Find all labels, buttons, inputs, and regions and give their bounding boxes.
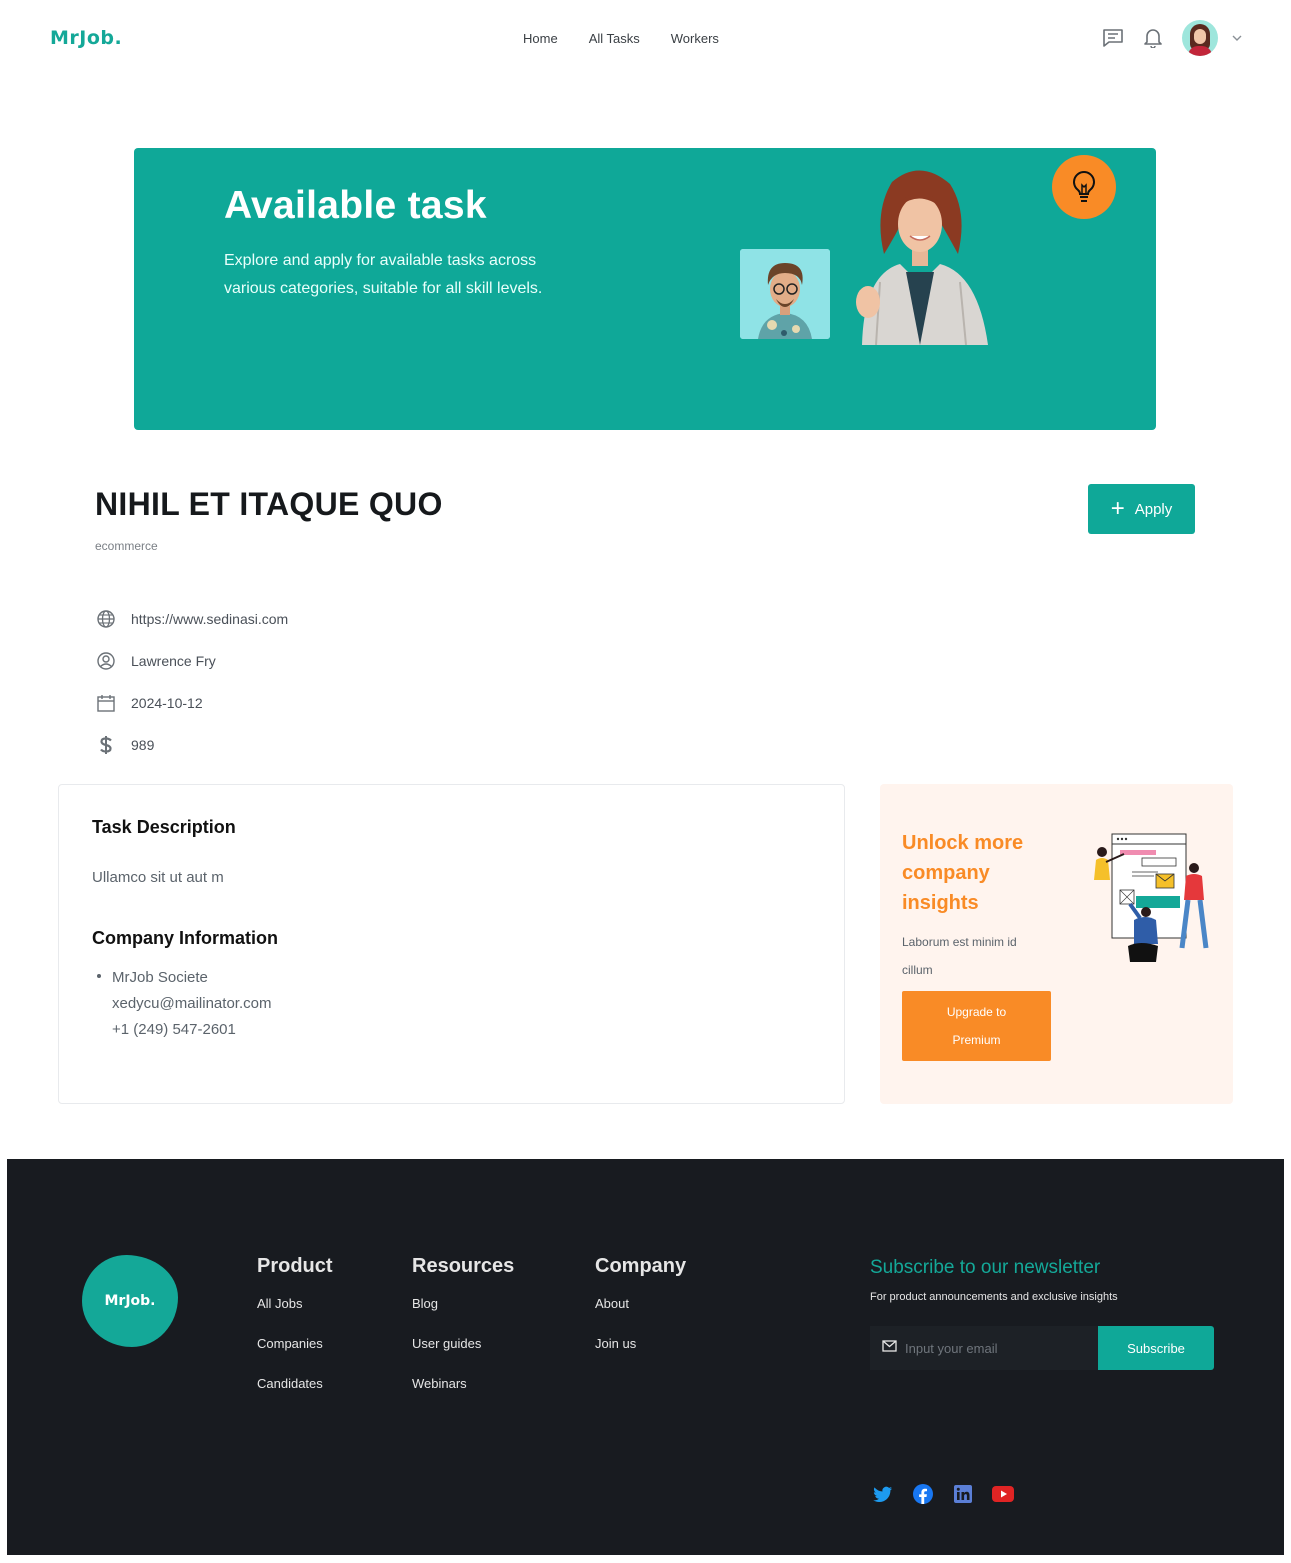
task-category: ecommerce bbox=[95, 539, 158, 553]
newsletter-form: Input your email Subscribe bbox=[870, 1326, 1214, 1370]
hero-banner: Available task Explore and apply for ava… bbox=[134, 148, 1156, 430]
worker-photo-man bbox=[740, 249, 830, 339]
nav-all-tasks[interactable]: All Tasks bbox=[589, 31, 640, 46]
page: MrJob. Home All Tasks Workers Available … bbox=[7, 0, 1284, 1555]
facebook-icon[interactable] bbox=[912, 1483, 934, 1505]
footer: MrJob. Product All Jobs Companies Candid… bbox=[7, 1159, 1284, 1555]
premium-promo-card: Unlock more company insights Laborum est… bbox=[880, 784, 1233, 1104]
footer-link-companies[interactable]: Companies bbox=[257, 1336, 333, 1376]
mail-icon bbox=[882, 1339, 897, 1357]
meta-date-row: 2024-10-12 bbox=[95, 682, 288, 724]
meta-website[interactable]: https://www.sedinasi.com bbox=[131, 611, 288, 627]
task-description-card: Task Description Ullamco sit ut aut m Co… bbox=[58, 784, 845, 1104]
apply-button[interactable]: + Apply bbox=[1088, 484, 1195, 534]
upgrade-button[interactable]: Upgrade to Premium bbox=[902, 991, 1051, 1061]
main-nav: Home All Tasks Workers bbox=[523, 31, 750, 46]
footer-link-about[interactable]: About bbox=[595, 1296, 686, 1336]
logo[interactable]: MrJob. bbox=[50, 27, 122, 49]
footer-resources-column: Resources Blog User guides Webinars bbox=[412, 1255, 514, 1416]
task-title: NIHIL ET ITAQUE QUO bbox=[95, 486, 443, 522]
meta-website-row: https://www.sedinasi.com bbox=[95, 598, 288, 640]
hero-subtitle: Explore and apply for available tasks ac… bbox=[224, 252, 543, 297]
apply-label: Apply bbox=[1134, 500, 1173, 518]
task-meta: https://www.sedinasi.com Lawrence Fry 20… bbox=[95, 598, 288, 766]
dollar-icon bbox=[95, 734, 117, 756]
calendar-icon bbox=[95, 692, 117, 714]
footer-link-user-guides[interactable]: User guides bbox=[412, 1336, 514, 1376]
email-field[interactable]: Input your email bbox=[870, 1326, 1098, 1370]
chevron-down-icon[interactable] bbox=[1226, 27, 1248, 49]
footer-link-join-us[interactable]: Join us bbox=[595, 1336, 686, 1376]
company-email[interactable]: xedycu@mailinator.com bbox=[97, 991, 271, 1017]
team-illustration bbox=[1088, 830, 1216, 966]
plus-icon: + bbox=[1110, 495, 1125, 522]
footer-link-candidates[interactable]: Candidates bbox=[257, 1376, 333, 1416]
footer-company-column: Company About Join us bbox=[595, 1255, 686, 1376]
company-phone: +1 (249) 547-2601 bbox=[112, 1021, 236, 1038]
meta-budget: 989 bbox=[131, 737, 155, 753]
avatar[interactable] bbox=[1182, 20, 1218, 56]
footer-link-webinars[interactable]: Webinars bbox=[412, 1376, 514, 1416]
nav-home[interactable]: Home bbox=[523, 31, 558, 46]
meta-person: Lawrence Fry bbox=[131, 653, 216, 669]
user-circle-icon bbox=[95, 650, 117, 672]
task-description-heading: Task Description bbox=[92, 817, 236, 837]
twitter-icon[interactable] bbox=[872, 1483, 894, 1505]
hero-title: Available task bbox=[224, 184, 487, 227]
company-info-heading: Company Information bbox=[92, 928, 279, 948]
footer-logo[interactable]: MrJob. bbox=[82, 1255, 178, 1347]
footer-company-heading: Company bbox=[595, 1255, 687, 1277]
subscribe-button[interactable]: Subscribe bbox=[1098, 1326, 1214, 1370]
company-info-list: MrJob Societe xedycu@mailinator.com +1 (… bbox=[97, 965, 271, 1043]
meta-budget-row: 989 bbox=[95, 724, 288, 766]
task-description-text: Ullamco sit ut aut m bbox=[92, 869, 224, 886]
header-actions bbox=[1084, 20, 1248, 56]
globe-icon bbox=[95, 608, 117, 630]
footer-product-column: Product All Jobs Companies Candidates bbox=[257, 1255, 333, 1416]
footer-link-blog[interactable]: Blog bbox=[412, 1296, 514, 1336]
nav-workers[interactable]: Workers bbox=[671, 31, 719, 46]
promo-title: Unlock more company insights bbox=[902, 832, 1024, 914]
footer-resources-heading: Resources bbox=[412, 1255, 515, 1277]
newsletter-title: Subscribe to our newsletter bbox=[870, 1257, 1101, 1278]
linkedin-icon[interactable] bbox=[952, 1483, 974, 1505]
company-name: MrJob Societe bbox=[112, 969, 208, 986]
meta-date: 2024-10-12 bbox=[131, 695, 203, 711]
lightbulb-icon bbox=[1052, 155, 1116, 219]
bullet bbox=[97, 974, 101, 979]
email-placeholder: Input your email bbox=[905, 1340, 998, 1356]
youtube-icon[interactable] bbox=[992, 1483, 1014, 1505]
social-links bbox=[872, 1483, 1032, 1505]
worker-photo-woman bbox=[850, 162, 990, 346]
newsletter-subtitle: For product announcements and exclusive … bbox=[870, 1291, 1118, 1303]
footer-link-all-jobs[interactable]: All Jobs bbox=[257, 1296, 333, 1336]
bell-icon[interactable] bbox=[1142, 27, 1164, 49]
promo-text: Laborum est minim id cillum bbox=[902, 935, 1017, 977]
footer-product-heading: Product bbox=[257, 1255, 333, 1277]
meta-person-row: Lawrence Fry bbox=[95, 640, 288, 682]
chat-icon[interactable] bbox=[1102, 27, 1124, 49]
